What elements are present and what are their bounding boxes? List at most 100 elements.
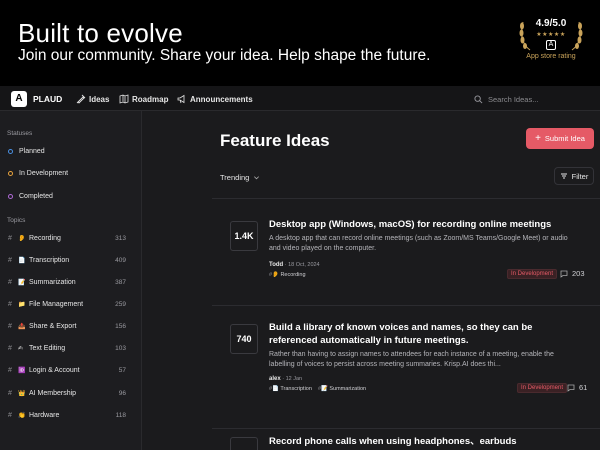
status-label: Completed bbox=[19, 193, 53, 200]
app-store-icon: A bbox=[546, 40, 556, 50]
nav-roadmap[interactable]: Roadmap bbox=[119, 94, 168, 104]
topic-transcription[interactable]: # 📄 Transcription 409 bbox=[8, 257, 126, 264]
filter-button[interactable]: Filter bbox=[554, 167, 594, 185]
topic-label: Transcription bbox=[29, 257, 70, 264]
laurel-right-icon bbox=[571, 21, 583, 51]
statuses-heading: Statuses bbox=[7, 130, 33, 137]
upvote-icon bbox=[231, 224, 257, 231]
page-icon: 📄 bbox=[18, 258, 26, 264]
topic-count: 118 bbox=[115, 412, 126, 419]
hash-icon: # bbox=[8, 412, 12, 419]
comments-count[interactable]: 61 bbox=[567, 383, 587, 392]
topic-count: 57 bbox=[118, 367, 126, 374]
topic-count: 103 bbox=[115, 345, 126, 352]
search-input[interactable] bbox=[488, 94, 568, 104]
main-content: Feature Ideas + Submit Idea Trending Fil… bbox=[142, 111, 600, 450]
id-icon: 🆔 bbox=[18, 368, 26, 374]
nav-announcements[interactable]: Announcements bbox=[177, 94, 253, 104]
idea-tags: #📄 Transcription #📝 Summarization bbox=[269, 386, 366, 392]
topic-login-account[interactable]: # 🆔 Login & Account 57 bbox=[8, 367, 126, 374]
topic-count: 387 bbox=[115, 279, 126, 286]
status-dot-icon bbox=[8, 171, 13, 176]
outbox-icon: 📤 bbox=[18, 324, 26, 330]
status-completed[interactable]: Completed bbox=[8, 193, 53, 200]
nav-ideas[interactable]: Ideas bbox=[76, 94, 109, 104]
upvote-button[interactable]: 740 bbox=[230, 324, 258, 354]
topic-summarization[interactable]: # 📝 Summarization 387 bbox=[8, 279, 126, 286]
idea-title[interactable]: Desktop app (Windows, macOS) for recordi… bbox=[269, 218, 569, 231]
megaphone-icon bbox=[177, 94, 185, 104]
hash-icon: # bbox=[8, 367, 12, 374]
topic-text-editing[interactable]: # ✍ Text Editing 103 bbox=[8, 345, 126, 352]
comment-icon bbox=[567, 384, 575, 392]
topic-count: 96 bbox=[118, 390, 126, 397]
idea-title[interactable]: Build a library of known voices and name… bbox=[269, 321, 569, 347]
lightbulb-pencil-icon bbox=[76, 94, 86, 104]
upvote-icon bbox=[231, 327, 257, 334]
idea-title[interactable]: Record phone calls when using headphones… bbox=[269, 435, 589, 448]
promo-banner: Built to evolve Join our community. Shar… bbox=[0, 0, 600, 86]
status-badge: In Development bbox=[517, 383, 568, 393]
map-icon bbox=[119, 94, 129, 104]
topic-count: 259 bbox=[115, 301, 126, 308]
sidebar: Statuses Planned In Development Complete… bbox=[0, 111, 142, 450]
rating-caption: App store rating bbox=[526, 53, 576, 60]
vote-count: 740 bbox=[236, 334, 252, 344]
banner-subtitle: Join our community. Share your idea. Hel… bbox=[18, 47, 431, 64]
sort-dropdown[interactable]: Trending bbox=[220, 173, 260, 182]
comments-count[interactable]: 203 bbox=[560, 269, 585, 278]
topic-count: 409 bbox=[115, 257, 126, 264]
status-dot-icon bbox=[8, 149, 13, 154]
memo-icon: 📝 bbox=[18, 280, 26, 286]
topic-label: Hardware bbox=[29, 412, 60, 419]
nav-announcements-label: Announcements bbox=[190, 94, 253, 104]
idea-author: Todd bbox=[269, 262, 284, 268]
hash-icon: # bbox=[8, 323, 12, 330]
tag[interactable]: #📄 Transcription bbox=[269, 386, 312, 392]
status-planned[interactable]: Planned bbox=[8, 148, 45, 155]
topic-label: Recording bbox=[29, 235, 61, 242]
topic-label: Login & Account bbox=[29, 367, 80, 374]
submit-idea-button[interactable]: + Submit Idea bbox=[526, 128, 594, 149]
idea-card[interactable]: Record phone calls when using headphones… bbox=[212, 429, 600, 450]
search-icon bbox=[474, 94, 483, 103]
comment-count: 203 bbox=[572, 269, 585, 278]
idea-meta: alex · 12 Jan bbox=[269, 376, 303, 382]
status-label: Planned bbox=[19, 148, 45, 155]
topic-file-management[interactable]: # 📁 File Management 259 bbox=[8, 301, 126, 308]
hash-icon: # bbox=[8, 390, 12, 397]
topic-share-export[interactable]: # 📤 Share & Export 156 bbox=[8, 323, 126, 330]
folder-icon: 📁 bbox=[18, 302, 26, 308]
page-title: Feature Ideas bbox=[220, 131, 330, 150]
idea-card[interactable]: 740 Build a library of known voices and … bbox=[212, 306, 600, 428]
status-dot-icon bbox=[8, 194, 13, 199]
plaud-logo-icon[interactable]: A bbox=[11, 91, 27, 107]
brand-name[interactable]: PLAUD bbox=[33, 94, 62, 104]
tag[interactable]: #👂 Recording bbox=[269, 272, 306, 278]
topic-recording[interactable]: # 👂 Recording 313 bbox=[8, 235, 126, 242]
topic-label: Text Editing bbox=[29, 345, 66, 352]
crown-icon: 👑 bbox=[18, 391, 26, 397]
upvote-button[interactable] bbox=[230, 437, 258, 450]
hash-icon: # bbox=[8, 235, 12, 242]
banner-title: Built to evolve bbox=[18, 18, 183, 48]
idea-meta: Todd · 18 Oct, 2024 bbox=[269, 262, 320, 268]
status-in-development[interactable]: In Development bbox=[8, 170, 68, 177]
idea-description: A desktop app that can record online mee… bbox=[269, 235, 568, 252]
plus-icon: + bbox=[535, 132, 541, 144]
status-label: In Development bbox=[19, 170, 69, 177]
idea-tags: #👂 Recording bbox=[269, 272, 306, 278]
idea-card[interactable]: 1.4K Desktop app (Windows, macOS) for re… bbox=[212, 199, 600, 305]
tag[interactable]: #📝 Summarization bbox=[318, 386, 366, 392]
topic-count: 156 bbox=[115, 323, 126, 330]
topic-label: Summarization bbox=[29, 279, 76, 286]
writing-hand-icon: ✍ bbox=[18, 346, 24, 352]
search-box[interactable] bbox=[470, 91, 572, 107]
upvote-button[interactable]: 1.4K bbox=[230, 221, 258, 251]
topic-ai-membership[interactable]: # 👑 AI Membership 96 bbox=[8, 390, 126, 397]
idea-description: Rather than having to assign names to at… bbox=[269, 351, 554, 368]
ear-icon: 👂 bbox=[18, 236, 26, 242]
comment-icon bbox=[560, 270, 568, 278]
topic-hardware[interactable]: # 👏 Hardware 118 bbox=[8, 412, 126, 419]
topic-label: Share & Export bbox=[29, 323, 77, 330]
